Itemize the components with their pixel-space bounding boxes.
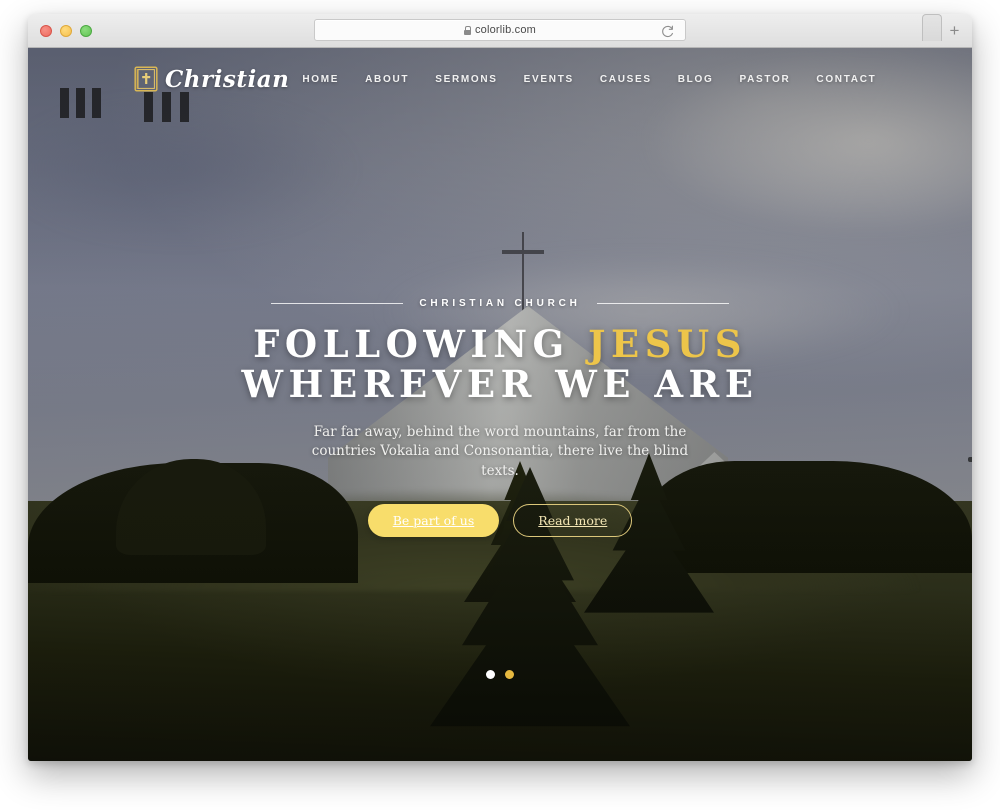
close-window-button[interactable]	[40, 25, 52, 37]
hero-actions: Be part of us Read more	[28, 503, 972, 537]
eyebrow-rule-right	[596, 303, 729, 304]
carousel-pagination	[28, 670, 972, 679]
hero-eyebrow: CHRISTIAN CHURCH	[419, 298, 581, 309]
brand-logo[interactable]: Christian	[134, 66, 289, 93]
minimize-window-button[interactable]	[60, 25, 72, 37]
nav-item-sermons[interactable]: SERMONS	[422, 68, 510, 91]
new-tab-button[interactable]: +	[946, 22, 963, 40]
zoom-window-button[interactable]	[80, 25, 92, 37]
reload-icon[interactable]	[660, 24, 675, 39]
nav-item-contact[interactable]: CONTACT	[803, 68, 889, 91]
eyebrow-rule-left	[271, 303, 404, 304]
lock-icon	[463, 25, 472, 35]
page-viewport: Christian HOME ABOUT SERMONS EVENTS CAUS…	[28, 48, 972, 761]
bible-book-icon	[134, 66, 158, 92]
nav-item-home[interactable]: HOME	[289, 68, 352, 91]
hero-eyebrow-row: CHRISTIAN CHURCH	[28, 298, 972, 309]
hero-title-plain: FOLLOWING	[253, 322, 588, 366]
read-more-button[interactable]: Read more	[513, 503, 633, 537]
browser-titlebar: colorlib.com +	[28, 14, 972, 48]
carousel-dot-1[interactable]	[486, 670, 495, 679]
nav-item-events[interactable]: EVENTS	[511, 68, 587, 91]
site-header: Christian HOME ABOUT SERMONS EVENTS CAUS…	[28, 48, 972, 110]
nav-item-about[interactable]: ABOUT	[352, 68, 422, 91]
be-part-of-us-button[interactable]: Be part of us	[367, 503, 500, 537]
nav-item-pastor[interactable]: PASTOR	[726, 68, 803, 91]
hero-title-accent: JESUS	[588, 322, 747, 366]
hero-title-line2: WHEREVER WE ARE	[241, 361, 759, 406]
address-bar-text: colorlib.com	[463, 24, 537, 36]
nav-item-blog[interactable]: BLOG	[665, 68, 727, 91]
carousel-dot-2[interactable]	[505, 670, 514, 679]
hero-title: FOLLOWING JESUS WHEREVER WE ARE	[28, 322, 972, 406]
main-navigation: HOME ABOUT SERMONS EVENTS CAUSES BLOG PA…	[289, 68, 889, 91]
nav-item-causes[interactable]: CAUSES	[587, 68, 665, 91]
browser-tab[interactable]	[922, 14, 942, 41]
hero-section: CHRISTIAN CHURCH FOLLOWING JESUS WHEREVE…	[28, 298, 972, 537]
hero-paragraph: Far far away, behind the word mountains,…	[311, 423, 689, 480]
address-bar[interactable]: colorlib.com	[314, 19, 686, 41]
url-value: colorlib.com	[474, 24, 537, 36]
browser-window: colorlib.com + Christian HOME ABOUT SERM…	[28, 14, 972, 761]
brand-name: Christian	[165, 65, 290, 93]
window-traffic-lights	[40, 25, 92, 37]
